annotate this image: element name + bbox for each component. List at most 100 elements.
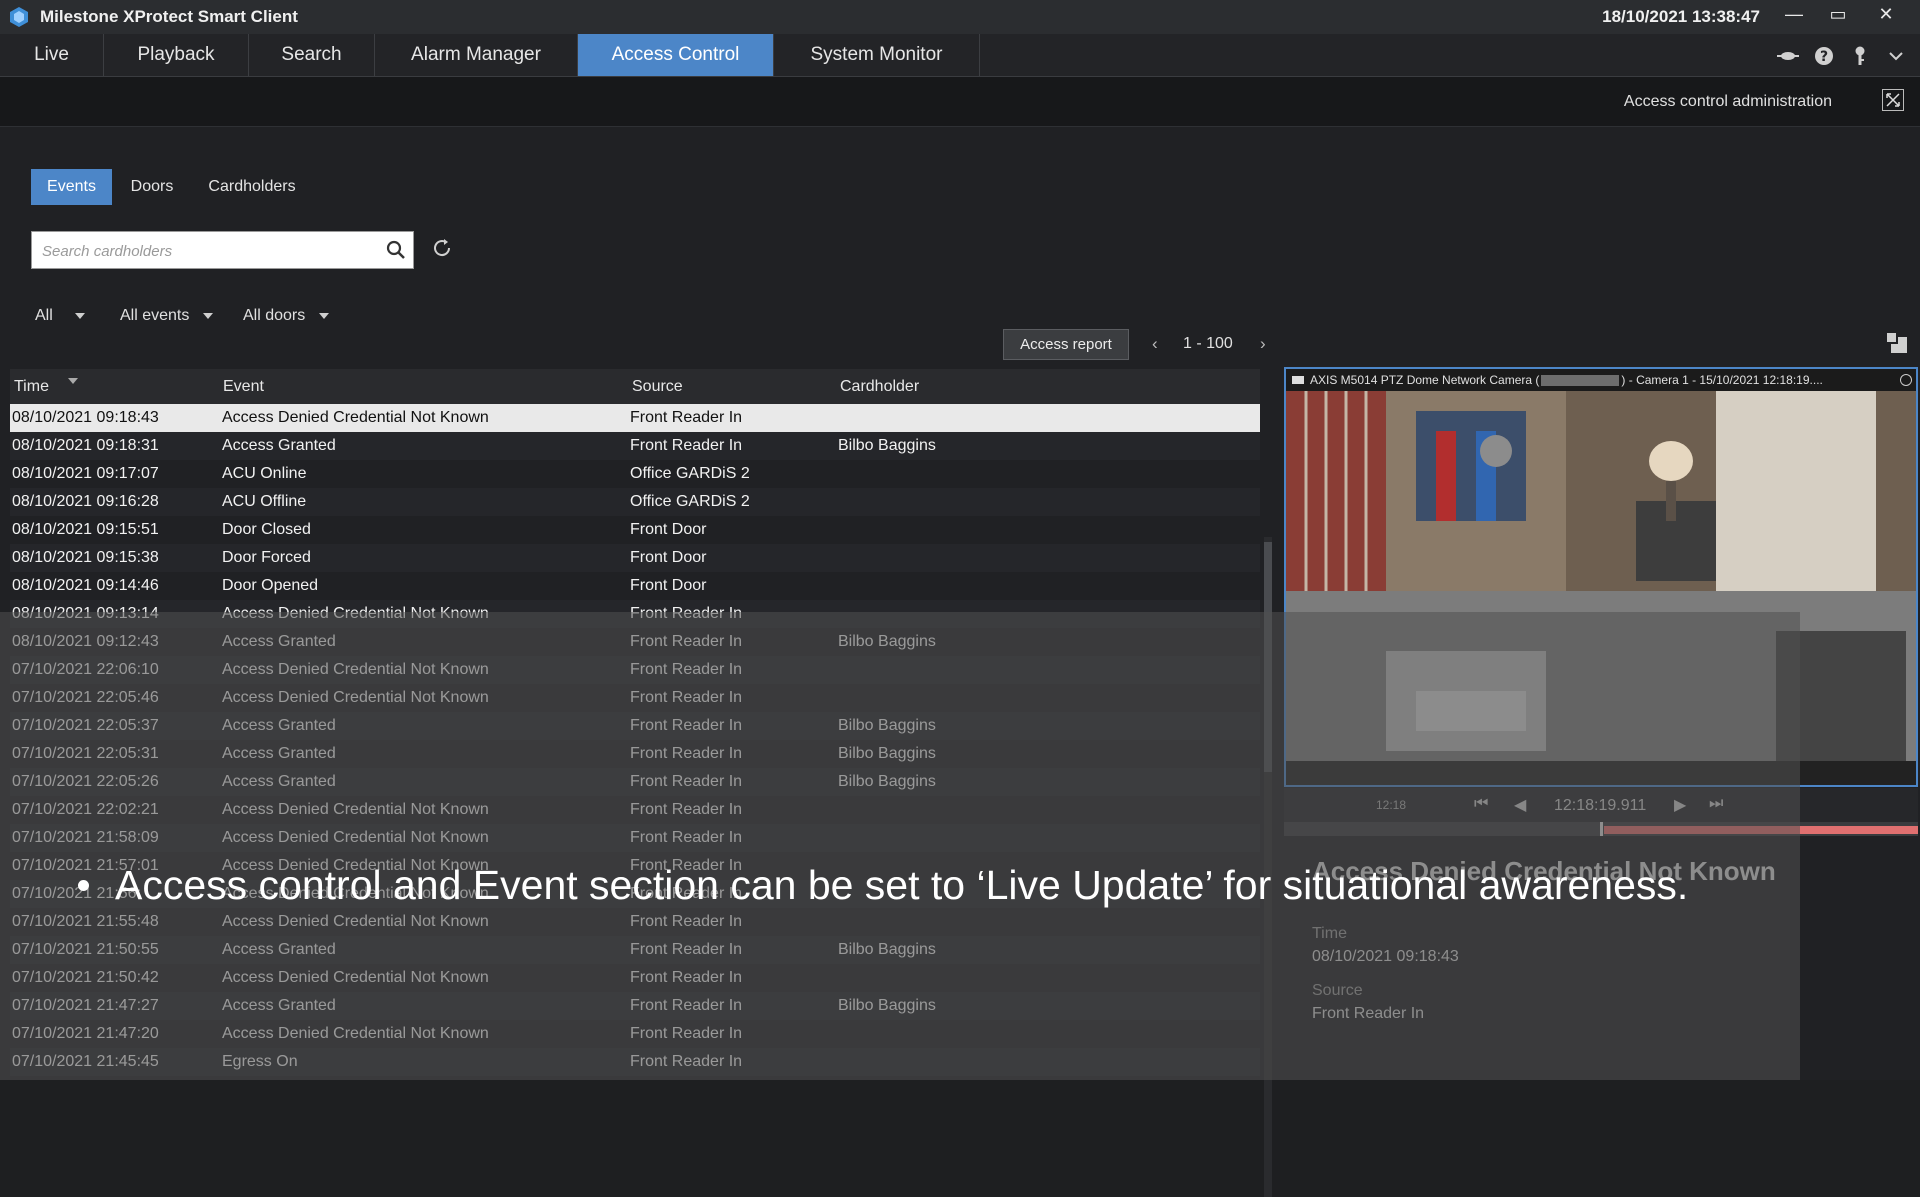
column-event[interactable]: Event xyxy=(223,378,264,396)
tab-playback[interactable]: Playback xyxy=(104,34,249,76)
previous-frame-icon[interactable]: ⏮ xyxy=(1474,795,1488,813)
playback-controls: 12:18 ⏮ ◀ 12:18:19.911 ▶ ⏭ xyxy=(1284,788,1918,822)
cell-source: Front Reader In xyxy=(630,801,743,818)
table-scrollbar-thumb[interactable] xyxy=(1264,542,1272,772)
table-row[interactable]: 07/10/2021 21:58:09 Access Denied Credent… xyxy=(10,824,1260,852)
access-control-administration-link[interactable]: Access control administration xyxy=(1624,93,1832,111)
subtab-cardholders[interactable]: Cardholders xyxy=(196,169,308,205)
search-input[interactable] xyxy=(40,238,374,264)
table-row[interactable]: 07/10/2021 22:06:10 Access Denied Credent… xyxy=(10,656,1260,684)
table-row[interactable]: 07/10/2021 21:55:48 Access Denied Credent… xyxy=(10,908,1260,936)
camera-close-icon[interactable] xyxy=(1900,374,1912,386)
table-row[interactable]: 08/10/2021 09:16:28 ACU Offline Office GAR… xyxy=(10,488,1260,516)
subheader: Access control administration xyxy=(0,77,1920,127)
next-frame-icon[interactable]: ⏭ xyxy=(1709,795,1723,813)
column-time[interactable]: Time xyxy=(14,378,49,396)
timeline-time-label: 12:18 xyxy=(1376,798,1407,812)
maximize-button[interactable]: ▭ xyxy=(1816,0,1860,28)
table-row[interactable]: 07/10/2021 22:05:26 Access Granted Front R… xyxy=(10,768,1260,796)
tab-live[interactable]: Live xyxy=(0,34,104,76)
signal-icon[interactable] xyxy=(1775,44,1801,68)
cell-source: Front Reader In xyxy=(630,829,743,846)
camera-preview[interactable]: AXIS M5014 PTZ Dome Network Camera ( ) -… xyxy=(1284,367,1918,787)
table-row[interactable]: 08/10/2021 09:17:07 ACU Online Office GARD… xyxy=(10,460,1260,488)
access-report-button[interactable]: Access report xyxy=(1003,329,1129,360)
detail-time-label: Time xyxy=(1312,925,1347,942)
subtab-doors[interactable]: Doors xyxy=(118,169,186,205)
table-row[interactable]: 08/10/2021 09:14:46 Door Opened Front Door xyxy=(10,572,1260,600)
table-row[interactable]: 07/10/2021 22:02:21 Access Denied Credent… xyxy=(10,796,1260,824)
table-row[interactable]: 08/10/2021 09:15:51 Door Closed Front Door xyxy=(10,516,1260,544)
cell-source: Front Reader In xyxy=(630,689,743,706)
table-row[interactable]: 08/10/2021 09:18:43 Access Denied Credent… xyxy=(10,404,1260,432)
tab-search[interactable]: Search xyxy=(249,34,375,76)
tab-system-monitor[interactable]: System Monitor xyxy=(774,34,980,76)
doors-filter-label: All doors xyxy=(243,307,306,324)
chevron-down-icon[interactable] xyxy=(1883,44,1909,68)
cell-event: Door Opened xyxy=(222,577,319,594)
fullscreen-icon[interactable] xyxy=(1882,89,1904,111)
doors-filter-dropdown[interactable]: All doors xyxy=(243,307,330,325)
page-next-button[interactable]: › xyxy=(1260,334,1266,354)
page-prev-button[interactable]: ‹ xyxy=(1152,334,1158,354)
table-row[interactable]: 07/10/2021 21:47:27 Access Granted Front R… xyxy=(10,992,1260,1020)
cell-source: Front Reader In xyxy=(630,661,743,678)
subtab-events[interactable]: Events xyxy=(31,169,112,205)
app-title: Milestone XProtect Smart Client xyxy=(40,7,298,26)
cell-event: Door Forced xyxy=(222,549,311,566)
table-row[interactable]: 08/10/2021 09:12:43 Access Granted Front R… xyxy=(10,628,1260,656)
timeline-recording-segment xyxy=(1604,826,1918,834)
table-row[interactable]: 08/10/2021 09:13:14 Access Denied Credent… xyxy=(10,600,1260,628)
cell-event: ACU Online xyxy=(222,465,307,482)
events-filter-dropdown[interactable]: All events xyxy=(120,307,214,325)
cell-source: Front Door xyxy=(630,521,707,538)
table-row[interactable]: 07/10/2021 21:47:20 Access Denied Credent… xyxy=(10,1020,1260,1048)
cell-time: 07/10/2021 22:05:26 xyxy=(12,773,159,790)
table-header: Time Event Source Cardholder xyxy=(10,369,1260,404)
cell-event: Access Granted xyxy=(222,773,336,790)
scope-filter-dropdown[interactable]: All xyxy=(35,307,85,325)
table-row[interactable]: 07/10/2021 21:50:42 Access Denied Credent… xyxy=(10,964,1260,992)
cell-time: 07/10/2021 22:05:31 xyxy=(12,745,159,762)
table-row[interactable]: 07/10/2021 22:05:37 Access Granted Front R… xyxy=(10,712,1260,740)
key-icon[interactable] xyxy=(1847,44,1873,68)
table-row[interactable]: 07/10/2021 22:05:46 Access Denied Credent… xyxy=(10,684,1260,712)
playback-time: 12:18:19.911 xyxy=(1554,797,1647,814)
cell-time: 07/10/2021 22:05:46 xyxy=(12,689,159,706)
table-row[interactable]: 07/10/2021 21:45:45 Egress On Front Reader… xyxy=(10,1048,1260,1076)
column-cardholder[interactable]: Cardholder xyxy=(840,378,919,396)
layout-icon[interactable] xyxy=(1885,331,1909,355)
sort-desc-icon[interactable] xyxy=(68,378,78,384)
table-row[interactable]: 08/10/2021 09:15:38 Door Forced Front Door xyxy=(10,544,1260,572)
search-icon[interactable] xyxy=(385,239,407,261)
cell-time: 07/10/2021 21:50:42 xyxy=(12,969,159,986)
tab-alarm-manager[interactable]: Alarm Manager xyxy=(375,34,578,76)
camera-title-bar: AXIS M5014 PTZ Dome Network Camera ( ) -… xyxy=(1286,369,1916,391)
close-button[interactable]: ✕ xyxy=(1864,0,1908,28)
playback-timeline[interactable] xyxy=(1284,822,1918,836)
help-icon[interactable]: ? xyxy=(1811,44,1837,68)
cell-time: 07/10/2021 21:58:09 xyxy=(12,829,159,846)
cell-event: Access Denied Credential Not Known xyxy=(222,801,489,818)
cell-source: Front Door xyxy=(630,577,707,594)
cell-source: Front Reader In xyxy=(630,605,743,622)
play-reverse-icon[interactable]: ◀ xyxy=(1514,795,1526,815)
page-range: 1 - 100 xyxy=(1183,335,1233,352)
cell-time: 07/10/2021 22:02:21 xyxy=(12,801,159,818)
play-forward-icon[interactable]: ▶ xyxy=(1674,795,1686,815)
timeline-playhead[interactable] xyxy=(1600,822,1603,836)
tab-access-control[interactable]: Access Control xyxy=(578,34,774,76)
cell-source: Front Reader In xyxy=(630,773,743,790)
cell-event: Access Granted xyxy=(222,997,336,1014)
milestone-logo-icon xyxy=(10,7,28,27)
table-row[interactable]: 07/10/2021 22:05:31 Access Granted Front R… xyxy=(10,740,1260,768)
search-box xyxy=(31,231,414,269)
table-row[interactable]: 08/10/2021 09:18:31 Access Granted Front R… xyxy=(10,432,1260,460)
cell-source: Front Reader In xyxy=(630,1053,743,1070)
column-source[interactable]: Source xyxy=(632,378,683,396)
refresh-icon[interactable] xyxy=(430,236,454,260)
table-row[interactable]: 07/10/2021 21:50:55 Access Granted Front R… xyxy=(10,936,1260,964)
detail-source-value: Front Reader In xyxy=(1312,1005,1425,1022)
minimize-button[interactable]: — xyxy=(1772,0,1816,28)
cell-time: 08/10/2021 09:14:46 xyxy=(12,577,159,594)
